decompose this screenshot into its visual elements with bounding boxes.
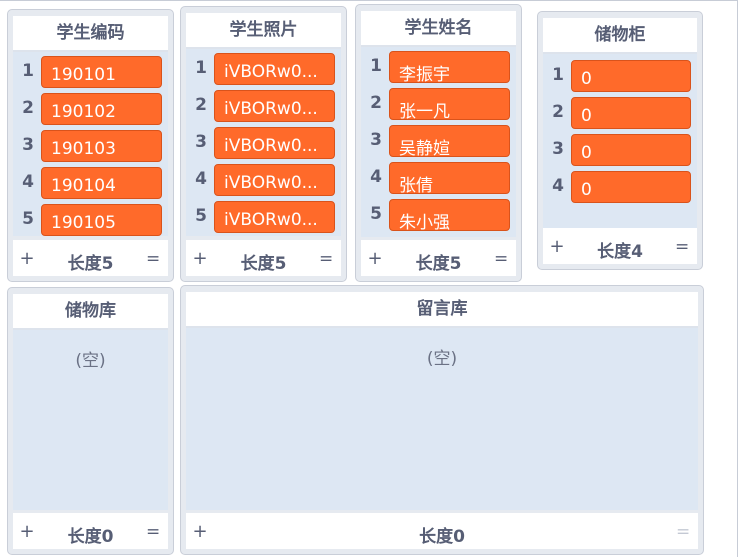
list-content[interactable]: 1 190101 2 190102 3 190103 4 190104 5 190105 [13, 52, 168, 236]
item-value-cell[interactable]: 李振宇 [389, 51, 510, 83]
item-index: 5 [195, 206, 207, 226]
empty-list-placeholder: (空) [426, 349, 458, 369]
list-footer: + 长度5 = [13, 240, 168, 276]
list-title: 储物柜 [543, 18, 697, 54]
item-index: 4 [552, 176, 564, 196]
item-value-cell[interactable]: 190104 [41, 167, 162, 199]
list-content[interactable]: 1 iVBORw0... 2 iVBORw0... 3 iVBORw0... 4 iVB… [186, 49, 341, 236]
item-value-cell[interactable]: 张一凡 [389, 88, 510, 120]
empty-list-placeholder: (空) [75, 351, 106, 371]
item-index: 1 [22, 61, 34, 81]
list-content[interactable]: (空) [186, 328, 698, 510]
list-length: 长度4 [597, 242, 643, 262]
item-index: 4 [22, 172, 34, 192]
item-index: 1 [370, 56, 382, 76]
item-index: 2 [552, 102, 564, 122]
item-index: 4 [195, 169, 207, 189]
list-length: 长度5 [67, 254, 114, 274]
list-item: 1 iVBORw0... [186, 52, 341, 86]
list-title: 学生姓名 [361, 11, 516, 47]
list-item: 2 190102 [13, 92, 168, 126]
list-item: 3 190103 [13, 129, 168, 163]
list-item: 1 190101 [13, 55, 168, 89]
item-value-cell[interactable]: 朱小强 [389, 199, 510, 231]
list-length: 长度5 [415, 254, 462, 274]
item-value-cell[interactable]: iVBORw0... [214, 164, 335, 196]
list-title: 储物库 [13, 294, 168, 330]
resize-handle[interactable]: = [494, 249, 508, 269]
list-monitor-student-name[interactable]: 学生姓名 1 李振宇 2 张一凡 3 吴静媗 4 张倩 5 朱小强 + 长度5 = [355, 4, 522, 282]
list-item: 2 张一凡 [361, 87, 516, 121]
item-index: 2 [370, 93, 382, 113]
item-index: 5 [22, 209, 34, 229]
list-title: 学生照片 [186, 13, 341, 49]
list-length: 长度0 [419, 527, 465, 547]
item-value-cell[interactable]: 0 [571, 97, 691, 129]
list-monitor-locker[interactable]: 储物柜 10 20 30 40 + 长度4 = [537, 11, 703, 270]
item-index: 2 [195, 95, 207, 115]
list-item: 30 [543, 133, 697, 167]
list-item: 5 iVBORw0... [186, 200, 341, 234]
resize-handle[interactable]: = [675, 237, 689, 257]
resize-handle[interactable]: = [676, 522, 690, 542]
list-content[interactable]: (空) [13, 330, 168, 510]
list-footer: + 长度5 = [186, 240, 341, 276]
stage: 学生编码 1 190101 2 190102 3 190103 4 190104 5 19… [0, 0, 738, 557]
list-content[interactable]: 10 20 30 40 [543, 54, 697, 230]
list-item: 10 [543, 59, 697, 93]
list-item: 5 朱小强 [361, 198, 516, 232]
item-value-cell[interactable]: 190103 [41, 130, 162, 162]
list-item: 40 [543, 170, 697, 204]
list-content[interactable]: 1 李振宇 2 张一凡 3 吴静媗 4 张倩 5 朱小强 [361, 47, 516, 237]
item-value-cell[interactable]: iVBORw0... [214, 127, 335, 159]
item-index: 1 [195, 58, 207, 78]
item-value-cell[interactable]: 190101 [41, 56, 162, 88]
list-item: 4 iVBORw0... [186, 163, 341, 197]
item-value-cell[interactable]: 190102 [41, 93, 162, 125]
list-footer: + 长度0 = [186, 513, 698, 549]
item-value-cell[interactable]: 0 [571, 134, 691, 166]
list-item: 1 李振宇 [361, 50, 516, 84]
item-value-cell[interactable]: iVBORw0... [214, 201, 335, 233]
item-value-cell[interactable]: 0 [571, 60, 691, 92]
list-footer: + 长度4 = [543, 228, 697, 264]
list-item: 3 吴静媗 [361, 124, 516, 158]
item-index: 3 [552, 139, 564, 159]
list-item: 20 [543, 96, 697, 130]
list-monitor-storage[interactable]: 储物库 (空) + 长度0 = [7, 287, 174, 555]
item-index: 5 [370, 204, 382, 224]
item-index: 1 [552, 65, 564, 85]
list-monitor-student-photo[interactable]: 学生照片 1 iVBORw0... 2 iVBORw0... 3 iVBORw0...… [180, 6, 347, 282]
list-item: 4 190104 [13, 166, 168, 200]
item-value-cell[interactable]: 张倩 [389, 162, 510, 194]
list-length: 长度0 [67, 527, 114, 547]
list-monitor-message-store[interactable]: 留言库 (空) + 长度0 = [180, 285, 704, 555]
list-monitor-student-id[interactable]: 学生编码 1 190101 2 190102 3 190103 4 190104 5 19… [7, 9, 174, 282]
resize-handle[interactable]: = [146, 249, 160, 269]
item-index: 3 [370, 130, 382, 150]
list-title: 学生编码 [13, 16, 168, 52]
item-index: 2 [22, 98, 34, 118]
list-footer: + 长度5 = [361, 240, 516, 276]
list-item: 4 张倩 [361, 161, 516, 195]
item-index: 4 [370, 167, 382, 187]
item-value-cell[interactable]: iVBORw0... [214, 90, 335, 122]
list-item: 2 iVBORw0... [186, 89, 341, 123]
list-footer: + 长度0 = [13, 513, 168, 549]
item-index: 3 [22, 135, 34, 155]
item-value-cell[interactable]: 0 [571, 171, 691, 203]
item-value-cell[interactable]: 吴静媗 [389, 125, 510, 157]
resize-handle[interactable]: = [319, 249, 333, 269]
list-item: 3 iVBORw0... [186, 126, 341, 160]
list-length: 长度5 [240, 254, 287, 274]
item-value-cell[interactable]: 190105 [41, 204, 162, 236]
item-value-cell[interactable]: iVBORw0... [214, 53, 335, 85]
item-index: 3 [195, 132, 207, 152]
list-title: 留言库 [186, 292, 698, 328]
resize-handle[interactable]: = [146, 522, 160, 542]
list-item: 5 190105 [13, 203, 168, 237]
